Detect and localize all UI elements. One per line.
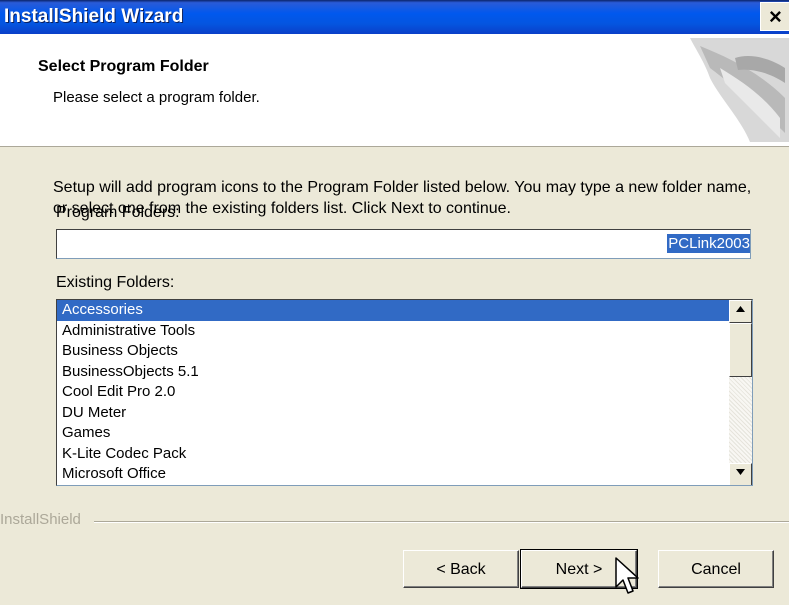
list-item[interactable]: Business Objects xyxy=(57,341,729,362)
close-icon: × xyxy=(769,4,782,29)
vertical-scrollbar[interactable] xyxy=(729,300,752,485)
window-title: InstallShield Wizard xyxy=(4,6,184,27)
scroll-thumb[interactable] xyxy=(729,323,752,377)
list-item[interactable]: K-Lite Codec Pack xyxy=(57,444,729,465)
existing-folders-label: Existing Folders: xyxy=(56,274,175,291)
list-item[interactable]: Cool Edit Pro 2.0 xyxy=(57,382,729,403)
program-folder-input[interactable]: PCLink2003 xyxy=(56,229,751,259)
list-item[interactable]: Games xyxy=(57,423,729,444)
wizard-graphic-icon xyxy=(690,38,789,142)
arrow-down-icon xyxy=(736,469,745,475)
scroll-up-button[interactable] xyxy=(729,300,752,323)
page-subtitle: Please select a program folder. xyxy=(53,89,260,106)
installshield-brand: InstallShield xyxy=(0,511,81,528)
list-item[interactable]: Microsoft Office xyxy=(57,464,729,485)
folder-items: Accessories Administrative Tools Busines… xyxy=(57,300,729,485)
title-bar[interactable]: InstallShield Wizard × xyxy=(0,0,789,34)
list-item[interactable]: Administrative Tools xyxy=(57,321,729,342)
page-title: Select Program Folder xyxy=(38,58,209,75)
program-folder-value: PCLink2003 xyxy=(667,234,750,253)
mouse-cursor-icon xyxy=(615,557,639,594)
close-button[interactable]: × xyxy=(760,2,789,31)
scroll-down-button[interactable] xyxy=(729,463,752,485)
list-item[interactable]: Accessories xyxy=(57,300,729,321)
existing-folders-list[interactable]: Accessories Administrative Tools Busines… xyxy=(56,299,753,486)
wizard-header: Select Program Folder Please select a pr… xyxy=(0,34,789,147)
list-item[interactable]: DU Meter xyxy=(57,403,729,424)
arrow-up-icon xyxy=(736,306,745,312)
program-folders-label: Program Folders: xyxy=(56,204,180,221)
list-item[interactable]: BusinessObjects 5.1 xyxy=(57,362,729,383)
footer-divider xyxy=(94,521,789,523)
back-button[interactable]: < Back xyxy=(403,550,519,588)
cancel-button[interactable]: Cancel xyxy=(658,550,774,588)
